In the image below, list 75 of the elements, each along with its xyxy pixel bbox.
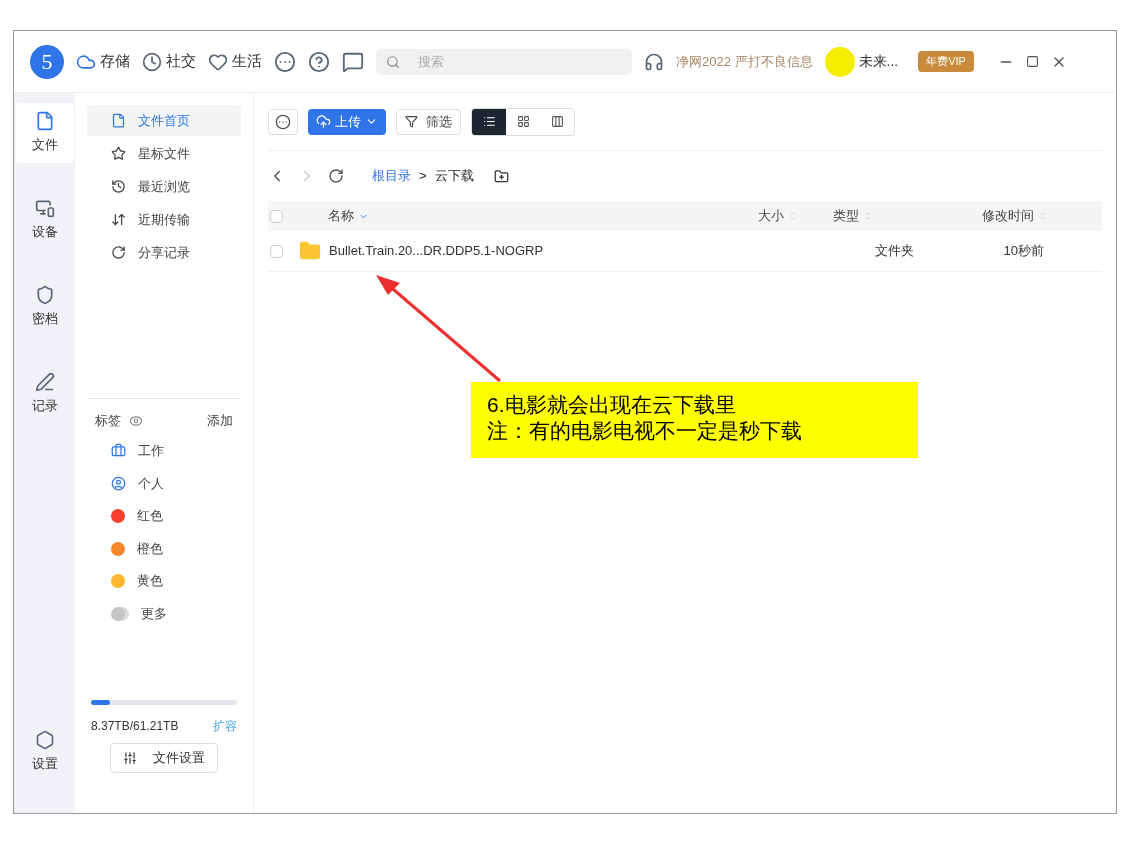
notice-link[interactable]: 净网2022 严打不良信息: [676, 51, 813, 72]
tag-item[interactable]: 个人: [87, 467, 241, 500]
file-type: 文件夹: [874, 242, 914, 261]
tag-item[interactable]: 更多: [87, 597, 241, 630]
list-view-button[interactable]: [472, 108, 506, 135]
search-field[interactable]: 搜索: [376, 48, 632, 75]
note-line: 注：有的电影电视不一定是秒下载: [487, 418, 803, 444]
pen-icon: [34, 372, 55, 393]
rail-tab[interactable]: 记录: [15, 364, 74, 424]
columns-icon: [550, 115, 564, 128]
settings-icon: [34, 729, 55, 750]
breadcrumb-link[interactable]: 根目录: [372, 166, 411, 186]
app-logo: 5: [30, 44, 64, 79]
more-icon: [275, 113, 291, 130]
eye-icon[interactable]: [129, 413, 143, 428]
help-icon[interactable]: [308, 50, 330, 73]
filter-icon: [405, 115, 418, 128]
maximize-icon[interactable]: [1025, 55, 1039, 68]
column-header[interactable]: 修改时间: [908, 206, 1048, 226]
list-icon: [482, 115, 496, 128]
sliders-icon: [123, 751, 137, 765]
storage-reading: 8.37TB/61.21TB: [91, 718, 179, 735]
checkbox[interactable]: [270, 209, 283, 223]
top-nav-tab[interactable]: 生活: [208, 50, 262, 73]
tag-item[interactable]: 工作: [87, 434, 241, 468]
breadcrumb-separator: >: [419, 167, 427, 186]
tags-title: 标签: [95, 411, 121, 430]
add-tag-link[interactable]: 添加: [207, 410, 241, 431]
nav-item[interactable]: 文件首页: [87, 105, 241, 136]
tag-item[interactable]: 黄色: [87, 564, 241, 598]
nav-item[interactable]: 星标文件: [87, 138, 241, 169]
headphones-icon[interactable]: [644, 51, 664, 72]
heart-icon: [208, 51, 228, 72]
nav-item[interactable]: 分享记录: [87, 237, 241, 268]
rail-tab[interactable]: 密档: [15, 277, 74, 337]
transfer-icon: [111, 212, 126, 227]
column-header[interactable]: 大小: [698, 206, 798, 226]
upload-icon: [316, 114, 331, 129]
file-name[interactable]: Bullet.Train.20...DR.DDP5.1-NOGRP: [329, 241, 689, 261]
rail-tab[interactable]: 设备: [15, 190, 74, 250]
filter-button[interactable]: 筛选: [396, 108, 461, 135]
top-nav-tab[interactable]: 存储: [76, 50, 130, 73]
more-button[interactable]: [268, 108, 298, 135]
chat-icon[interactable]: [342, 50, 364, 73]
briefcase-icon: [111, 443, 126, 459]
clock-icon: [142, 51, 162, 72]
file-icon: [111, 113, 126, 128]
top-nav-tab[interactable]: 社交: [142, 50, 196, 73]
user-name[interactable]: 未来...: [858, 51, 899, 72]
modified-time: 10秒前: [1002, 242, 1044, 261]
more-dots-icon: [111, 606, 129, 621]
settings-tab[interactable]: 设置: [31, 729, 58, 773]
grid-icon: [516, 115, 530, 128]
search-icon: [386, 54, 400, 69]
star-icon: [111, 146, 126, 161]
file-settings-button[interactable]: 文件设置: [110, 743, 218, 773]
note-line: 6.电影就会出现在云下载里: [487, 392, 737, 418]
rail-tab[interactable]: 文件: [15, 103, 74, 163]
column-header[interactable]: 类型: [798, 206, 908, 226]
upload-button[interactable]: 上传: [308, 108, 386, 135]
person-icon: [111, 475, 126, 491]
device-icon: [34, 198, 55, 219]
more-icon[interactable]: [274, 50, 296, 73]
checkbox[interactable]: [270, 244, 283, 258]
new-folder-icon[interactable]: [493, 168, 509, 184]
tag-item[interactable]: 红色: [87, 499, 241, 533]
breadcrumb-link[interactable]: 云下载: [434, 166, 474, 186]
refresh-icon[interactable]: [328, 168, 344, 184]
history-icon: [111, 179, 126, 194]
tag-item[interactable]: 橙色: [87, 532, 241, 565]
share-icon: [111, 245, 126, 260]
nav-item[interactable]: 最近浏览: [87, 171, 241, 202]
column-header[interactable]: 名称: [328, 206, 698, 226]
folder-icon: [299, 240, 321, 262]
nav-item[interactable]: 近期传输: [87, 204, 241, 235]
